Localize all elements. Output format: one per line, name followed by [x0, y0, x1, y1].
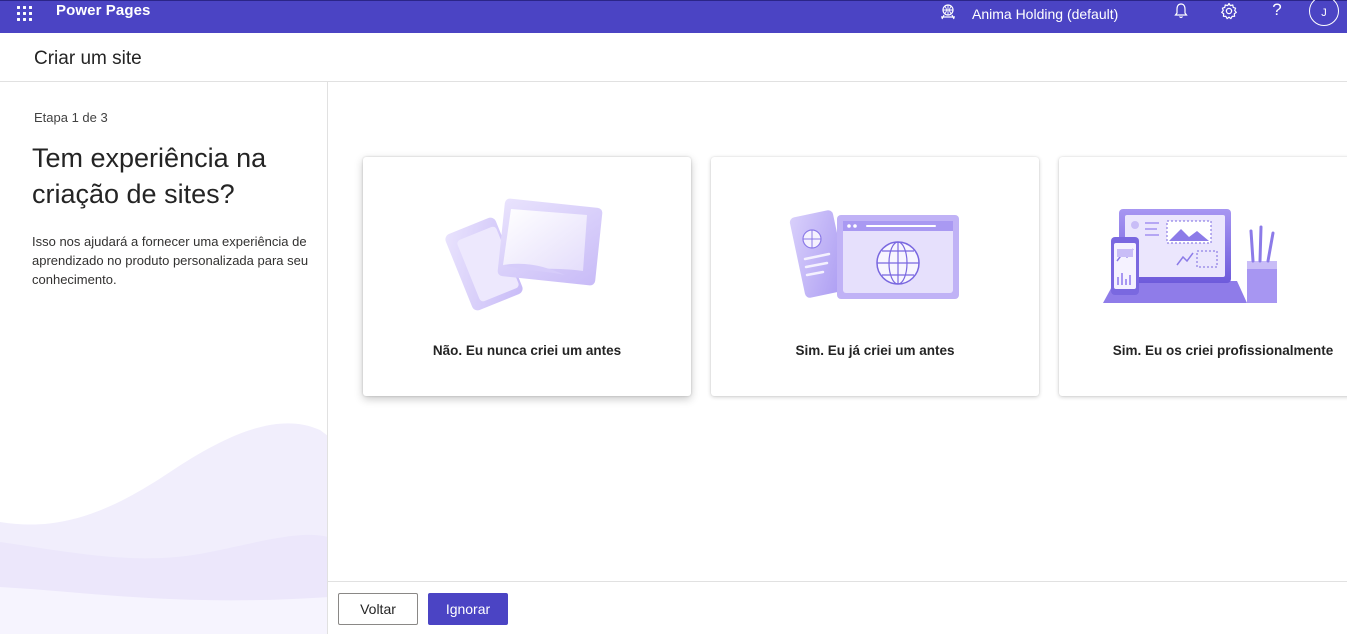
option-label: Não. Eu nunca criei um antes	[432, 343, 622, 358]
top-bar: Power Pages Anima Holding (default) ? J	[0, 0, 1347, 33]
page-title: Criar um site	[34, 48, 142, 69]
user-avatar[interactable]: J	[1309, 0, 1339, 26]
app-launcher-icon[interactable]	[15, 4, 33, 22]
settings-icon[interactable]	[1220, 2, 1238, 20]
question-heading: Tem experiência na criação de sites?	[32, 143, 267, 209]
help-icon[interactable]: ?	[1270, 0, 1284, 20]
skip-button[interactable]: Ignorar	[428, 593, 508, 625]
question-description: Isso nos ajudará a fornecer uma experiên…	[32, 234, 309, 287]
step-indicator: Etapa 1 de 3	[34, 110, 108, 125]
environment-icon[interactable]	[939, 3, 957, 21]
footer-bar: Voltar Ignorar	[328, 581, 1347, 634]
environment-name[interactable]: Anima Holding (default)	[972, 6, 1118, 22]
page-header: Criar um site	[0, 33, 1347, 82]
app-title[interactable]: Power Pages	[56, 2, 150, 19]
option-label: Sim. Eu os criei profissionalmente	[1112, 343, 1334, 358]
papers-illustration	[445, 198, 603, 311]
left-panel: Etapa 1 de 3 Tem experiência na criação …	[0, 82, 328, 634]
options-area: Não. Eu nunca criei um antes Sim. Eu já …	[328, 82, 1347, 581]
notifications-icon[interactable]	[1173, 2, 1189, 20]
back-button[interactable]: Voltar	[338, 593, 418, 625]
option-card-before[interactable]: Sim. Eu já criei um antes	[711, 157, 1039, 396]
globe-devices-illustration	[789, 210, 959, 299]
option-card-never[interactable]: Não. Eu nunca criei um antes	[363, 157, 691, 396]
option-card-professional[interactable]: Sim. Eu os criei profissionalmente	[1059, 157, 1347, 396]
option-label: Sim. Eu já criei um antes	[795, 343, 955, 358]
design-tools-illustration	[1103, 209, 1277, 303]
decorative-wave	[0, 423, 327, 634]
